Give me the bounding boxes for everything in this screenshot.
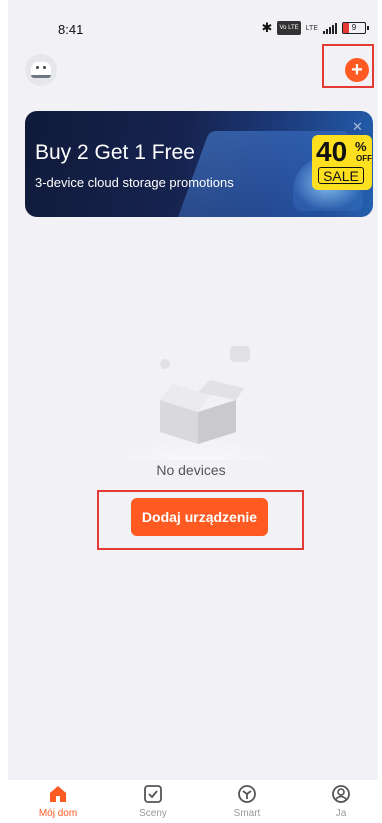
tab-my-home[interactable]: Mój dom <box>23 784 93 819</box>
checkbox-icon <box>144 785 162 803</box>
status-icons: ✱ Vo LTE LTE 9 <box>261 20 369 36</box>
no-devices-text: No devices <box>156 462 226 478</box>
sale-text: SALE <box>318 167 364 184</box>
app-screen: 8:41 ✱ Vo LTE LTE 9 + Buy 2 Get 1 Free 3… <box>8 0 378 780</box>
add-device-plus-button[interactable]: + <box>345 58 369 82</box>
banner-subtitle: 3-device cloud storage promotions <box>35 175 234 190</box>
tab-smart[interactable]: Smart <box>212 784 282 819</box>
volte-icon: Vo LTE <box>277 21 301 35</box>
status-time: 8:41 <box>58 22 84 37</box>
tab-label-scenes: Sceny <box>139 808 167 819</box>
signal-icon <box>323 22 337 34</box>
tab-label-smart: Smart <box>233 808 261 819</box>
empty-box-illustration <box>123 346 273 460</box>
robot-avatar-icon[interactable] <box>25 54 57 86</box>
sale-off: OFF <box>356 154 372 163</box>
bluetooth-icon: ✱ <box>261 20 273 35</box>
bottom-tab-bar: Mój dom Sceny Smart Ja <box>0 780 382 823</box>
bulb-icon <box>160 359 170 369</box>
header: + <box>8 44 378 92</box>
add-device-button[interactable]: Dodaj urządzenie <box>131 498 268 536</box>
battery-icon: 9 <box>342 22 369 34</box>
sale-badge: 40 % OFF SALE <box>312 135 372 190</box>
promo-banner[interactable]: Buy 2 Get 1 Free 3-device cloud storage … <box>25 111 373 217</box>
plus-icon: + <box>351 59 363 81</box>
home-icon <box>50 786 66 802</box>
plug-icon <box>230 346 250 362</box>
profile-icon <box>332 785 350 803</box>
sale-percent: 40 <box>316 136 348 167</box>
sale-percent-sign: % <box>355 139 367 154</box>
tab-label-home: Mój dom <box>38 808 78 819</box>
tab-label-me: Ja <box>335 808 347 819</box>
banner-close-icon[interactable]: ✕ <box>352 119 363 135</box>
tab-scenes[interactable]: Sceny <box>118 784 188 819</box>
tab-me[interactable]: Ja <box>306 784 376 819</box>
avatar-face <box>31 62 51 78</box>
network-type: LTE <box>305 24 318 32</box>
banner-title: Buy 2 Get 1 Free <box>35 141 195 164</box>
smart-icon <box>238 785 256 803</box>
battery-level: 9 <box>351 23 357 32</box>
